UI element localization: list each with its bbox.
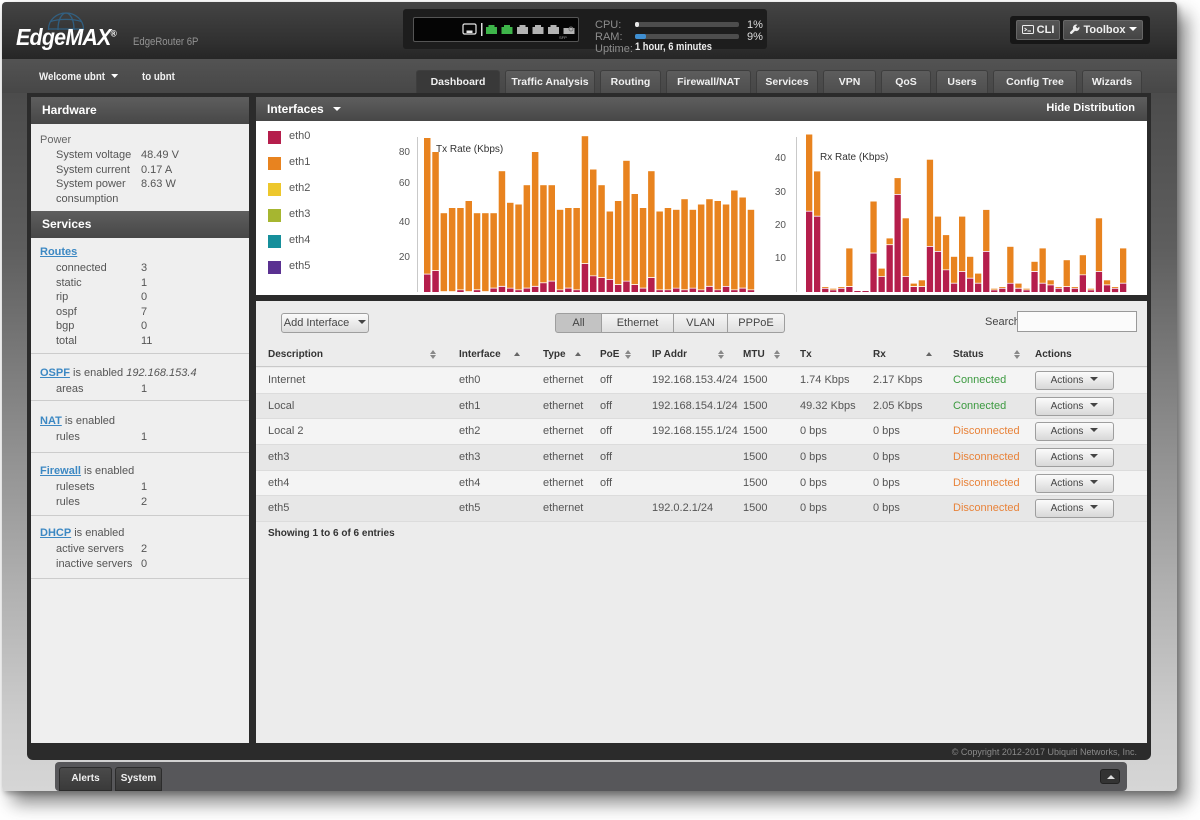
svg-text:SFP: SFP bbox=[559, 35, 567, 40]
